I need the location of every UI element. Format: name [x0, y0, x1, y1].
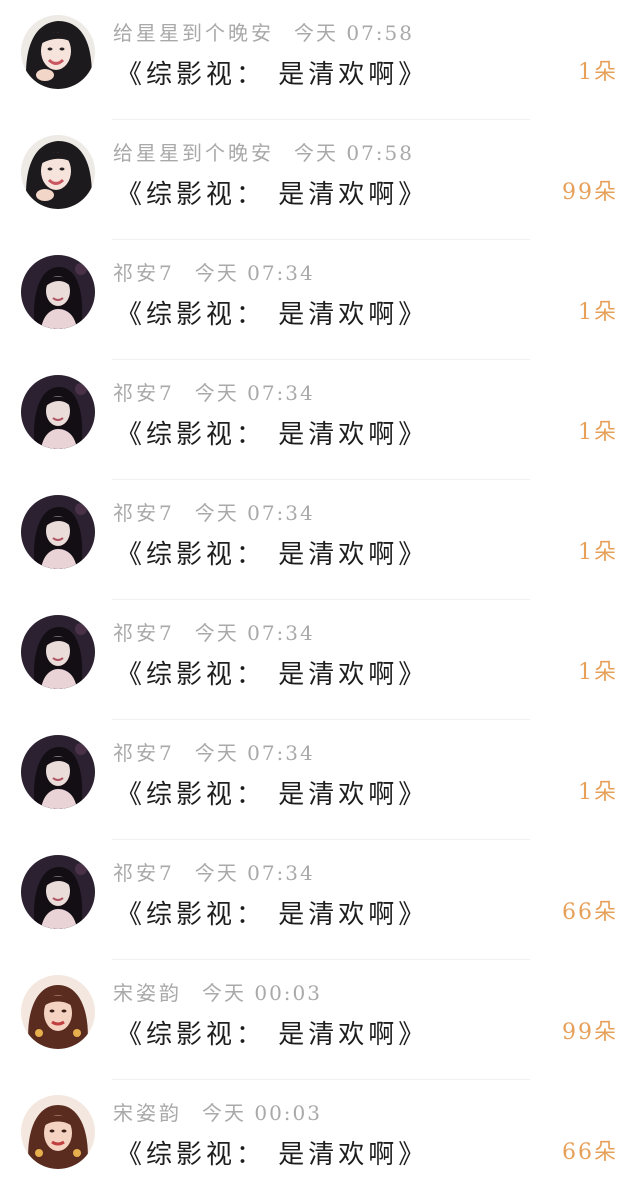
- gift-count: 1朵: [578, 660, 618, 685]
- username[interactable]: 祁安7: [113, 501, 175, 525]
- list-item[interactable]: 祁安7 今天 07:34 《综影视： 是清欢啊》 1朵: [0, 600, 640, 720]
- list-item[interactable]: 祁安7 今天 07:34 《综影视： 是清欢啊》 1朵: [0, 720, 640, 840]
- list-item[interactable]: 给星星到个晚安 今天 07:58 《综影视： 是清欢啊》 99朵: [0, 120, 640, 240]
- user-avatar[interactable]: [21, 495, 95, 569]
- list-item[interactable]: 祁安7 今天 07:34 《综影视： 是清欢啊》 1朵: [0, 240, 640, 360]
- timestamp: 今天 07:34: [194, 621, 315, 645]
- message-meta: 祁安7 今天 07:34: [113, 497, 315, 526]
- avatar-girl-dark-icon: [21, 375, 95, 449]
- username[interactable]: 祁安7: [113, 861, 175, 885]
- username[interactable]: 给星星到个晚安: [113, 21, 274, 45]
- avatar-girl-warm-icon: [21, 1095, 95, 1169]
- message-text: 《综影视： 是清欢啊》: [116, 900, 429, 930]
- timestamp: 今天 07:58: [294, 21, 414, 45]
- timestamp: 今天 07:34: [194, 861, 315, 885]
- list-item[interactable]: 祁安7 今天 07:34 《综影视： 是清欢啊》 1朵: [0, 480, 640, 600]
- message-text: 《综影视： 是清欢啊》: [116, 420, 429, 450]
- message-meta: 祁安7 今天 07:34: [113, 377, 315, 406]
- gift-record-list: 给星星到个晚安 今天 07:58 《综影视： 是清欢啊》 1朵 给星星到个晚安 今天…: [0, 0, 640, 1200]
- avatar-girl-dark-icon: [21, 615, 95, 689]
- avatar-girl-dark-icon: [21, 855, 95, 929]
- gift-count: 1朵: [578, 300, 618, 325]
- avatar-girl-dark-icon: [21, 735, 95, 809]
- username[interactable]: 祁安7: [113, 621, 175, 645]
- message-meta: 祁安7 今天 07:34: [113, 857, 315, 886]
- timestamp: 今天 07:34: [194, 501, 315, 525]
- username[interactable]: 祁安7: [113, 741, 175, 765]
- gift-count: 99朵: [562, 180, 618, 205]
- user-avatar[interactable]: [21, 735, 95, 809]
- user-avatar[interactable]: [21, 615, 95, 689]
- username[interactable]: 宋姿韵: [113, 981, 182, 1005]
- list-item[interactable]: 宋姿韵 今天 00:03 《综影视： 是清欢啊》 99朵: [0, 960, 640, 1080]
- gift-count: 66朵: [562, 900, 618, 925]
- message-text: 《综影视： 是清欢啊》: [116, 660, 429, 690]
- list-item[interactable]: 给星星到个晚安 今天 07:58 《综影视： 是清欢啊》 1朵: [0, 0, 640, 120]
- list-item[interactable]: 祁安7 今天 07:34 《综影视： 是清欢啊》 66朵: [0, 840, 640, 960]
- user-avatar[interactable]: [21, 1095, 95, 1169]
- timestamp: 今天 07:34: [194, 381, 315, 405]
- message-meta: 祁安7 今天 07:34: [113, 617, 315, 646]
- timestamp: 今天 00:03: [202, 1101, 322, 1125]
- timestamp: 今天 07:58: [294, 141, 414, 165]
- timestamp: 今天 07:34: [194, 741, 315, 765]
- message-meta: 宋姿韵 今天 00:03: [113, 977, 322, 1006]
- avatar-girl-dark-icon: [21, 255, 95, 329]
- message-meta: 祁安7 今天 07:34: [113, 257, 315, 286]
- gift-count: 1朵: [578, 780, 618, 805]
- username[interactable]: 宋姿韵: [113, 1101, 182, 1125]
- message-text: 《综影视： 是清欢啊》: [116, 180, 429, 210]
- user-avatar[interactable]: [21, 855, 95, 929]
- list-item[interactable]: 宋姿韵 今天 00:03 《综影视： 是清欢啊》 66朵: [0, 1080, 640, 1200]
- message-text: 《综影视： 是清欢啊》: [116, 60, 429, 90]
- list-item[interactable]: 祁安7 今天 07:34 《综影视： 是清欢啊》 1朵: [0, 360, 640, 480]
- user-avatar[interactable]: [21, 975, 95, 1049]
- gift-count: 1朵: [578, 60, 618, 85]
- user-avatar[interactable]: [21, 135, 95, 209]
- message-text: 《综影视： 是清欢啊》: [116, 540, 429, 570]
- timestamp: 今天 07:34: [194, 261, 315, 285]
- gift-count: 1朵: [578, 420, 618, 445]
- gift-count: 1朵: [578, 540, 618, 565]
- message-text: 《综影视： 是清欢啊》: [116, 780, 429, 810]
- message-meta: 祁安7 今天 07:34: [113, 737, 315, 766]
- username[interactable]: 祁安7: [113, 381, 175, 405]
- timestamp: 今天 00:03: [202, 981, 322, 1005]
- message-meta: 给星星到个晚安 今天 07:58: [113, 17, 414, 46]
- gift-count: 66朵: [562, 1140, 618, 1165]
- avatar-girl-warm-icon: [21, 975, 95, 1049]
- message-meta: 宋姿韵 今天 00:03: [113, 1097, 322, 1126]
- avatar-girl-light-icon: [21, 135, 95, 209]
- message-text: 《综影视： 是清欢啊》: [116, 1140, 429, 1170]
- user-avatar[interactable]: [21, 15, 95, 89]
- avatar-girl-dark-icon: [21, 495, 95, 569]
- username[interactable]: 祁安7: [113, 261, 175, 285]
- avatar-girl-light-icon: [21, 15, 95, 89]
- user-avatar[interactable]: [21, 375, 95, 449]
- message-meta: 给星星到个晚安 今天 07:58: [113, 137, 414, 166]
- username[interactable]: 给星星到个晚安: [113, 141, 274, 165]
- message-text: 《综影视： 是清欢啊》: [116, 1020, 429, 1050]
- message-text: 《综影视： 是清欢啊》: [116, 300, 429, 330]
- gift-count: 99朵: [562, 1020, 618, 1045]
- user-avatar[interactable]: [21, 255, 95, 329]
